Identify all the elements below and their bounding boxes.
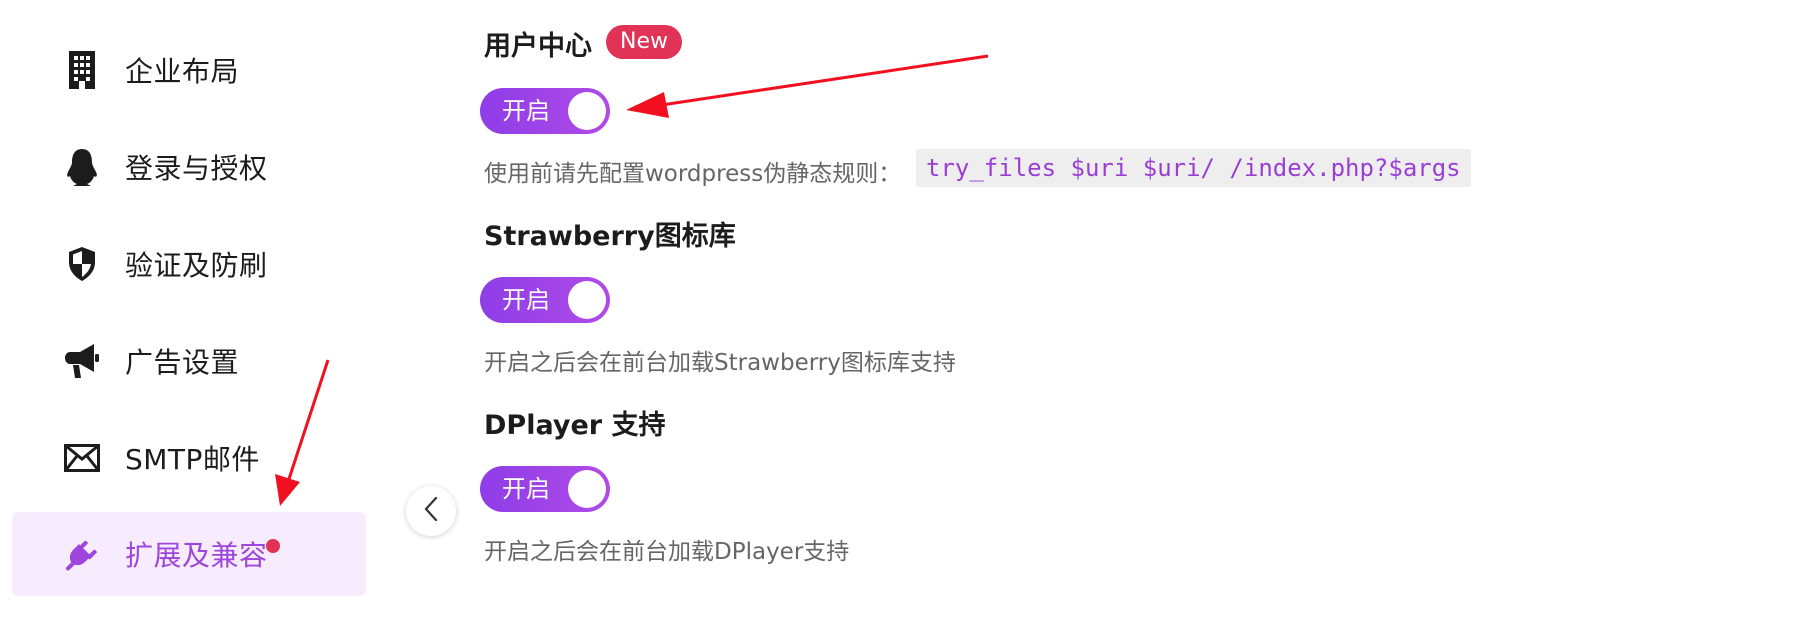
user-center-toggle[interactable]: 开启 — [480, 88, 610, 134]
sidebar-item-extensions[interactable]: 扩展及兼容 — [12, 512, 366, 596]
rewrite-rule-code: try_files $uri $uri/ /index.php?$args — [916, 149, 1471, 187]
settings-page: 企业布局 登录与授权 验证及防刷 广告设置 SMTP邮件 扩展及兼容 用户中心 … — [0, 0, 1814, 620]
collapse-sidebar-button[interactable] — [406, 486, 456, 536]
sidebar-item-enterprise-layout[interactable]: 企业布局 — [12, 28, 366, 112]
user-center-description: 使用前请先配置wordpress伪静态规则： — [484, 161, 902, 187]
chevron-left-icon — [423, 496, 439, 526]
sidebar-item-verification[interactable]: 验证及防刷 — [12, 222, 366, 306]
shield-icon — [64, 246, 100, 282]
sidebar-item-label: 登录与授权 — [125, 152, 268, 185]
strawberry-title: Strawberry图标库 — [484, 221, 736, 252]
dplayer-title: DPlayer 支持 — [484, 410, 666, 441]
megaphone-icon — [64, 343, 100, 379]
toggle-label: 开启 — [502, 475, 550, 503]
envelope-icon — [64, 440, 100, 476]
toggle-knob — [568, 470, 606, 508]
sidebar-item-smtp[interactable]: SMTP邮件 — [12, 416, 366, 500]
sidebar-item-ads[interactable]: 广告设置 — [12, 319, 366, 403]
dplayer-description: 开启之后会在前台加载DPlayer支持 — [484, 539, 850, 565]
toggle-knob — [568, 281, 606, 319]
sidebar-item-label: 扩展及兼容 — [125, 539, 268, 572]
dplayer-toggle[interactable]: 开启 — [480, 466, 610, 512]
sidebar-item-login-auth[interactable]: 登录与授权 — [12, 125, 366, 209]
toggle-label: 开启 — [502, 286, 550, 314]
sidebar: 企业布局 登录与授权 验证及防刷 广告设置 SMTP邮件 扩展及兼容 — [0, 0, 380, 620]
sidebar-item-label: SMTP邮件 — [125, 443, 260, 476]
building-icon — [64, 51, 100, 89]
sidebar-item-label: 验证及防刷 — [125, 249, 268, 282]
toggle-label: 开启 — [502, 97, 550, 125]
sidebar-item-label: 广告设置 — [125, 346, 240, 379]
strawberry-description: 开启之后会在前台加载Strawberry图标库支持 — [484, 350, 956, 376]
toggle-knob — [568, 92, 606, 130]
arrow-to-toggle — [626, 54, 989, 118]
user-center-title: 用户中心 — [484, 31, 592, 62]
plug-icon — [64, 536, 100, 572]
notification-dot — [266, 539, 280, 553]
sidebar-item-label: 企业布局 — [125, 55, 240, 88]
penguin-icon — [64, 149, 100, 186]
new-badge: New — [606, 25, 682, 59]
strawberry-toggle[interactable]: 开启 — [480, 277, 610, 323]
